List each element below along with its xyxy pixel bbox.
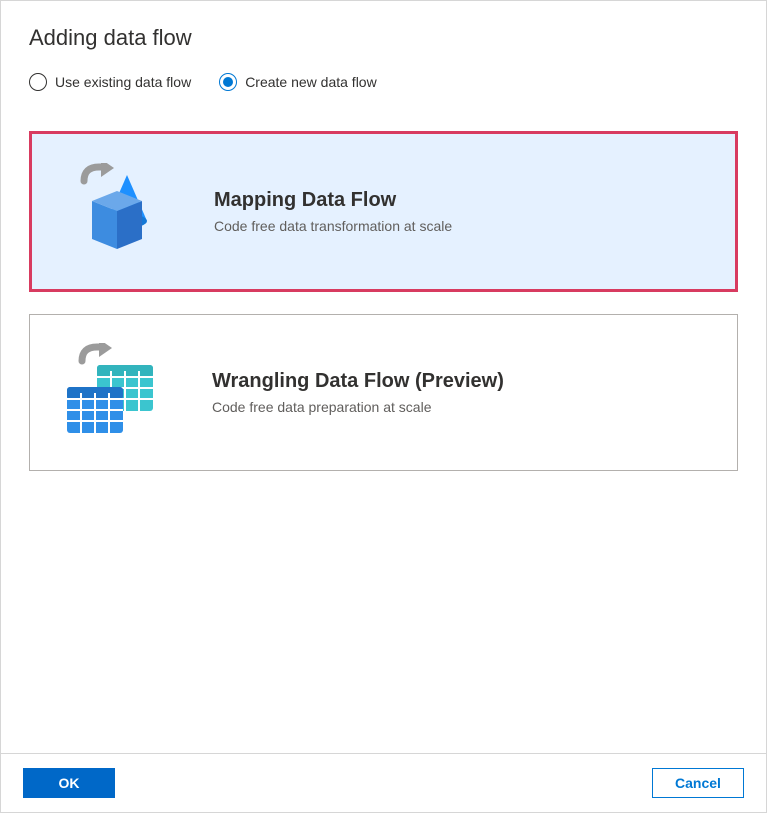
card-wrangling-title: Wrangling Data Flow (Preview) [212,370,715,393]
radio-use-existing[interactable]: Use existing data flow [29,73,191,91]
radio-circle-icon [29,73,47,91]
card-wrangling-data-flow[interactable]: Wrangling Data Flow (Preview) Code free … [29,314,738,471]
card-text: Wrangling Data Flow (Preview) Code free … [212,370,715,415]
card-mapping-desc: Code free data transformation at scale [214,218,713,234]
radio-create-new-label: Create new data flow [245,74,377,90]
radio-use-existing-label: Use existing data flow [55,74,191,90]
radio-dot-icon [223,77,233,87]
mapping-data-flow-icon [54,164,174,259]
card-mapping-data-flow[interactable]: Mapping Data Flow Code free data transfo… [29,131,738,292]
card-mapping-title: Mapping Data Flow [214,189,713,212]
dialog-content: Adding data flow Use existing data flow … [1,1,766,753]
radio-circle-icon [219,73,237,91]
card-text: Mapping Data Flow Code free data transfo… [214,189,713,234]
wrangling-data-flow-icon [52,345,172,440]
page-title: Adding data flow [29,25,738,51]
radio-create-new[interactable]: Create new data flow [219,73,377,91]
ok-button[interactable]: OK [23,768,115,798]
radio-group: Use existing data flow Create new data f… [29,73,738,91]
dialog-footer: OK Cancel [1,753,766,812]
card-wrangling-desc: Code free data preparation at scale [212,399,715,415]
cancel-button[interactable]: Cancel [652,768,744,798]
